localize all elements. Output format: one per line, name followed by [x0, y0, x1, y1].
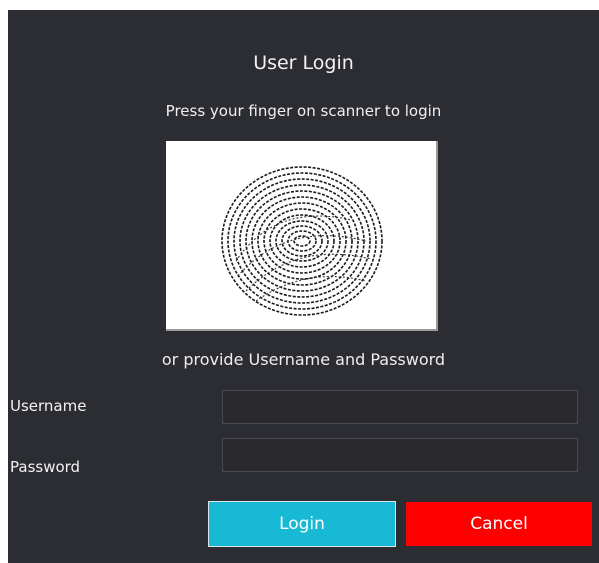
- login-button[interactable]: Login: [209, 502, 395, 546]
- cancel-button[interactable]: Cancel: [406, 502, 592, 546]
- login-panel: User Login Press your finger on scanner …: [8, 10, 599, 563]
- fingerprint-scanner[interactable]: [166, 141, 438, 331]
- scanner-instruction: Press your finger on scanner to login: [165, 102, 442, 120]
- fingerprint-icon: [221, 166, 383, 316]
- password-label: Password: [10, 458, 81, 476]
- password-field[interactable]: [222, 438, 578, 472]
- username-field[interactable]: [222, 390, 578, 424]
- username-label: Username: [10, 397, 87, 415]
- login-title: User Login: [253, 52, 354, 74]
- alternative-login-text: or provide Username and Password: [161, 350, 446, 369]
